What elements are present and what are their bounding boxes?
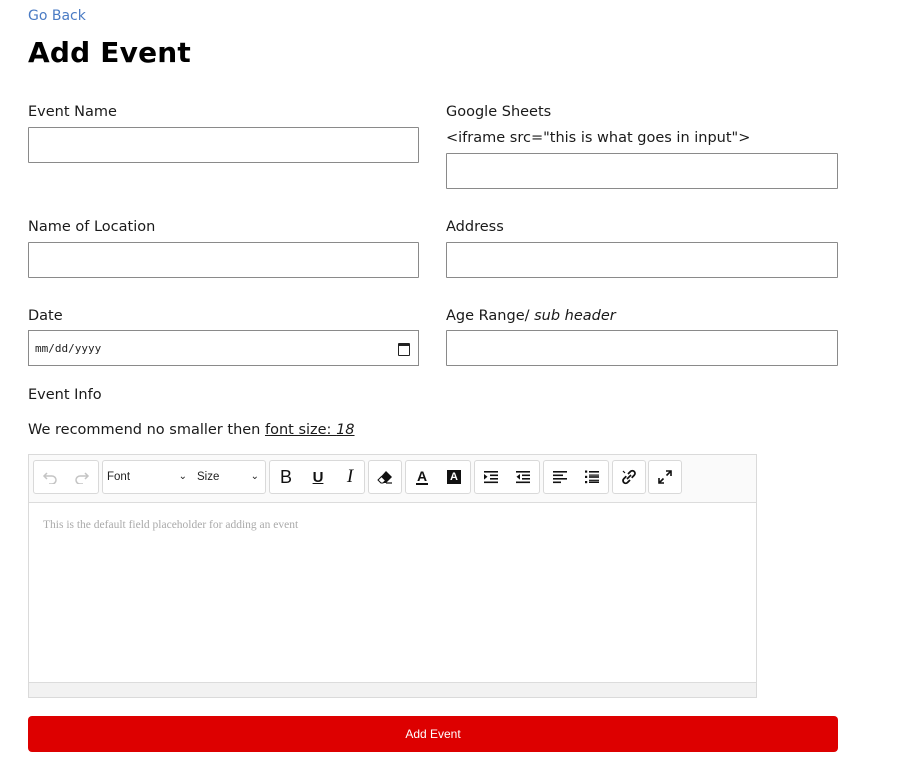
- bold-button[interactable]: B: [270, 461, 302, 493]
- google-sheets-hint: <iframe src="this is what goes in input"…: [446, 130, 751, 146]
- align-left-icon: [553, 471, 567, 484]
- age-range-label-text: Age Range/: [446, 308, 530, 324]
- age-range-input[interactable]: [446, 330, 838, 366]
- font-color-icon: A: [415, 468, 429, 485]
- rich-text-editor: Font ⌄ Size ⌄ B U I A A This is the defa…: [28, 454, 757, 698]
- date-label: Date: [28, 308, 63, 324]
- highlight-color-icon: A: [447, 470, 461, 484]
- link-icon: [622, 469, 636, 485]
- align-button[interactable]: [544, 461, 576, 493]
- font-color-button[interactable]: A: [406, 461, 438, 493]
- ordered-list-button[interactable]: [576, 461, 608, 493]
- event-info-label: Event Info: [28, 387, 102, 403]
- font-size-value: 18: [336, 422, 355, 438]
- ordered-list-icon: [585, 470, 599, 484]
- redo-button[interactable]: [66, 461, 98, 493]
- font-size-group: Font ⌄ Size ⌄: [102, 460, 266, 494]
- chevron-down-icon: ⌄: [250, 471, 259, 482]
- font-size-note: font size: 18: [265, 422, 355, 438]
- expand-icon: [658, 470, 672, 484]
- event-name-label: Event Name: [28, 104, 117, 120]
- font-select[interactable]: Font ⌄: [103, 461, 193, 493]
- google-sheets-input[interactable]: [446, 153, 838, 189]
- page-title: Add Event: [28, 36, 191, 69]
- recommend-text: We recommend no smaller then: [28, 422, 265, 438]
- history-group: [33, 460, 99, 494]
- italic-icon: I: [346, 466, 354, 487]
- address-input[interactable]: [446, 242, 838, 278]
- age-range-label: Age Range/ sub header: [446, 308, 616, 324]
- indent-button[interactable]: [475, 461, 507, 493]
- location-name-label: Name of Location: [28, 219, 156, 235]
- calendar-icon[interactable]: [398, 343, 410, 356]
- undo-icon: [42, 472, 57, 484]
- event-name-input[interactable]: [28, 127, 419, 163]
- clear-format-group: [368, 460, 402, 494]
- location-name-input[interactable]: [28, 242, 419, 278]
- eraser-icon: [377, 471, 392, 484]
- link-button[interactable]: [613, 461, 645, 493]
- bold-icon: B: [279, 466, 292, 487]
- format-group: B U I: [269, 460, 365, 494]
- remove-format-button[interactable]: [369, 461, 401, 493]
- highlight-color-button[interactable]: A: [438, 461, 470, 493]
- font-select-label: Font: [107, 471, 131, 483]
- size-select-label: Size: [197, 471, 220, 483]
- address-label: Address: [446, 219, 504, 235]
- indent-icon: [484, 471, 498, 484]
- color-group: A A: [405, 460, 471, 494]
- editor-placeholder: This is the default field placeholder fo…: [43, 519, 299, 531]
- link-group: [612, 460, 646, 494]
- underline-icon: U: [312, 468, 324, 486]
- size-select[interactable]: Size ⌄: [193, 461, 265, 493]
- add-event-button[interactable]: Add Event: [28, 716, 838, 752]
- redo-icon: [75, 472, 90, 484]
- date-input[interactable]: mm/dd/yyyy: [28, 330, 419, 366]
- outdent-button[interactable]: [507, 461, 539, 493]
- font-size-label: font size:: [264, 422, 337, 438]
- fullscreen-group: [648, 460, 682, 494]
- undo-button[interactable]: [34, 461, 66, 493]
- date-placeholder: mm/dd/yyyy: [35, 342, 102, 355]
- google-sheets-label: Google Sheets: [446, 104, 552, 120]
- indent-group: [474, 460, 540, 494]
- editor-toolbar: Font ⌄ Size ⌄ B U I A A: [29, 455, 756, 503]
- editor-resize-bar[interactable]: [29, 682, 756, 697]
- paragraph-group: [543, 460, 609, 494]
- age-range-sub-header: sub header: [534, 308, 616, 324]
- outdent-icon: [516, 471, 530, 484]
- italic-button[interactable]: I: [334, 461, 366, 493]
- go-back-link[interactable]: Go Back: [28, 8, 86, 24]
- fullscreen-button[interactable]: [649, 461, 681, 493]
- editor-content-area[interactable]: This is the default field placeholder fo…: [29, 503, 756, 683]
- underline-button[interactable]: U: [302, 461, 334, 493]
- chevron-down-icon: ⌄: [178, 471, 187, 482]
- font-size-recommendation: We recommend no smaller then font size: …: [28, 422, 355, 438]
